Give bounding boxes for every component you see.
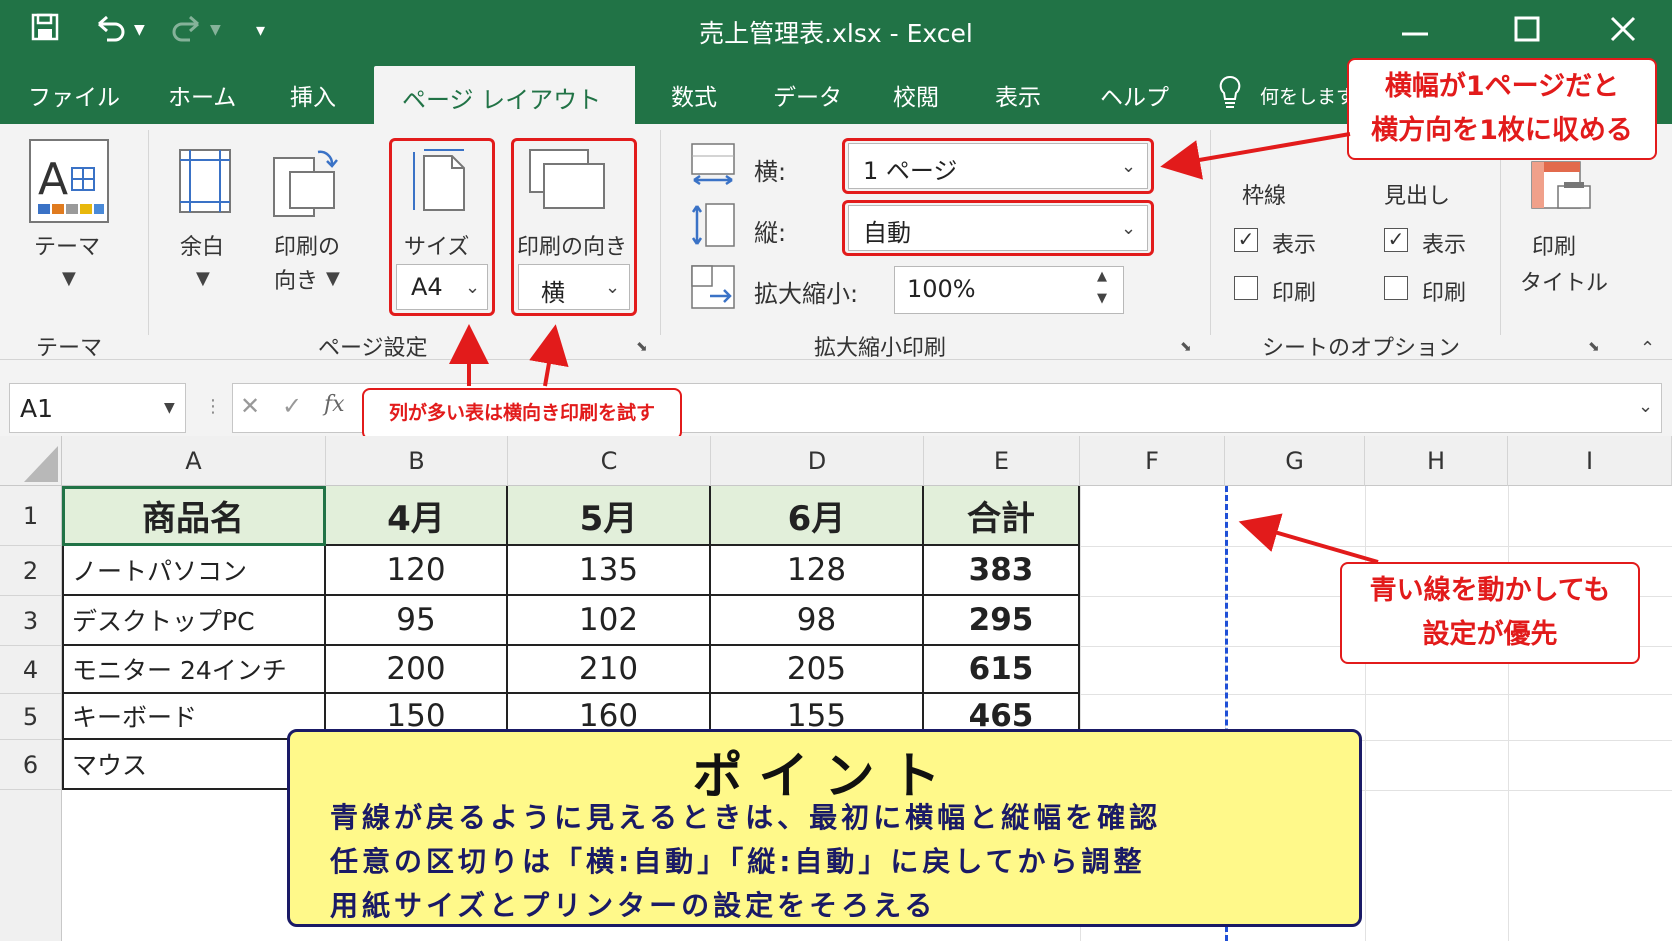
point-box: ポイント 青線が戻るように見えるときは、最初に横幅と縦幅を確認 任意の区切りは「… bbox=[287, 729, 1362, 927]
point-line-2: 任意の区切りは「横:自動」「縦:自動」に戻してから調整 bbox=[330, 845, 1146, 878]
point-line-3: 用紙サイズとプリンターの設定をそろえる bbox=[330, 889, 937, 922]
point-line-1: 青線が戻るように見えるときは、最初に横幅と縦幅を確認 bbox=[330, 801, 1162, 834]
